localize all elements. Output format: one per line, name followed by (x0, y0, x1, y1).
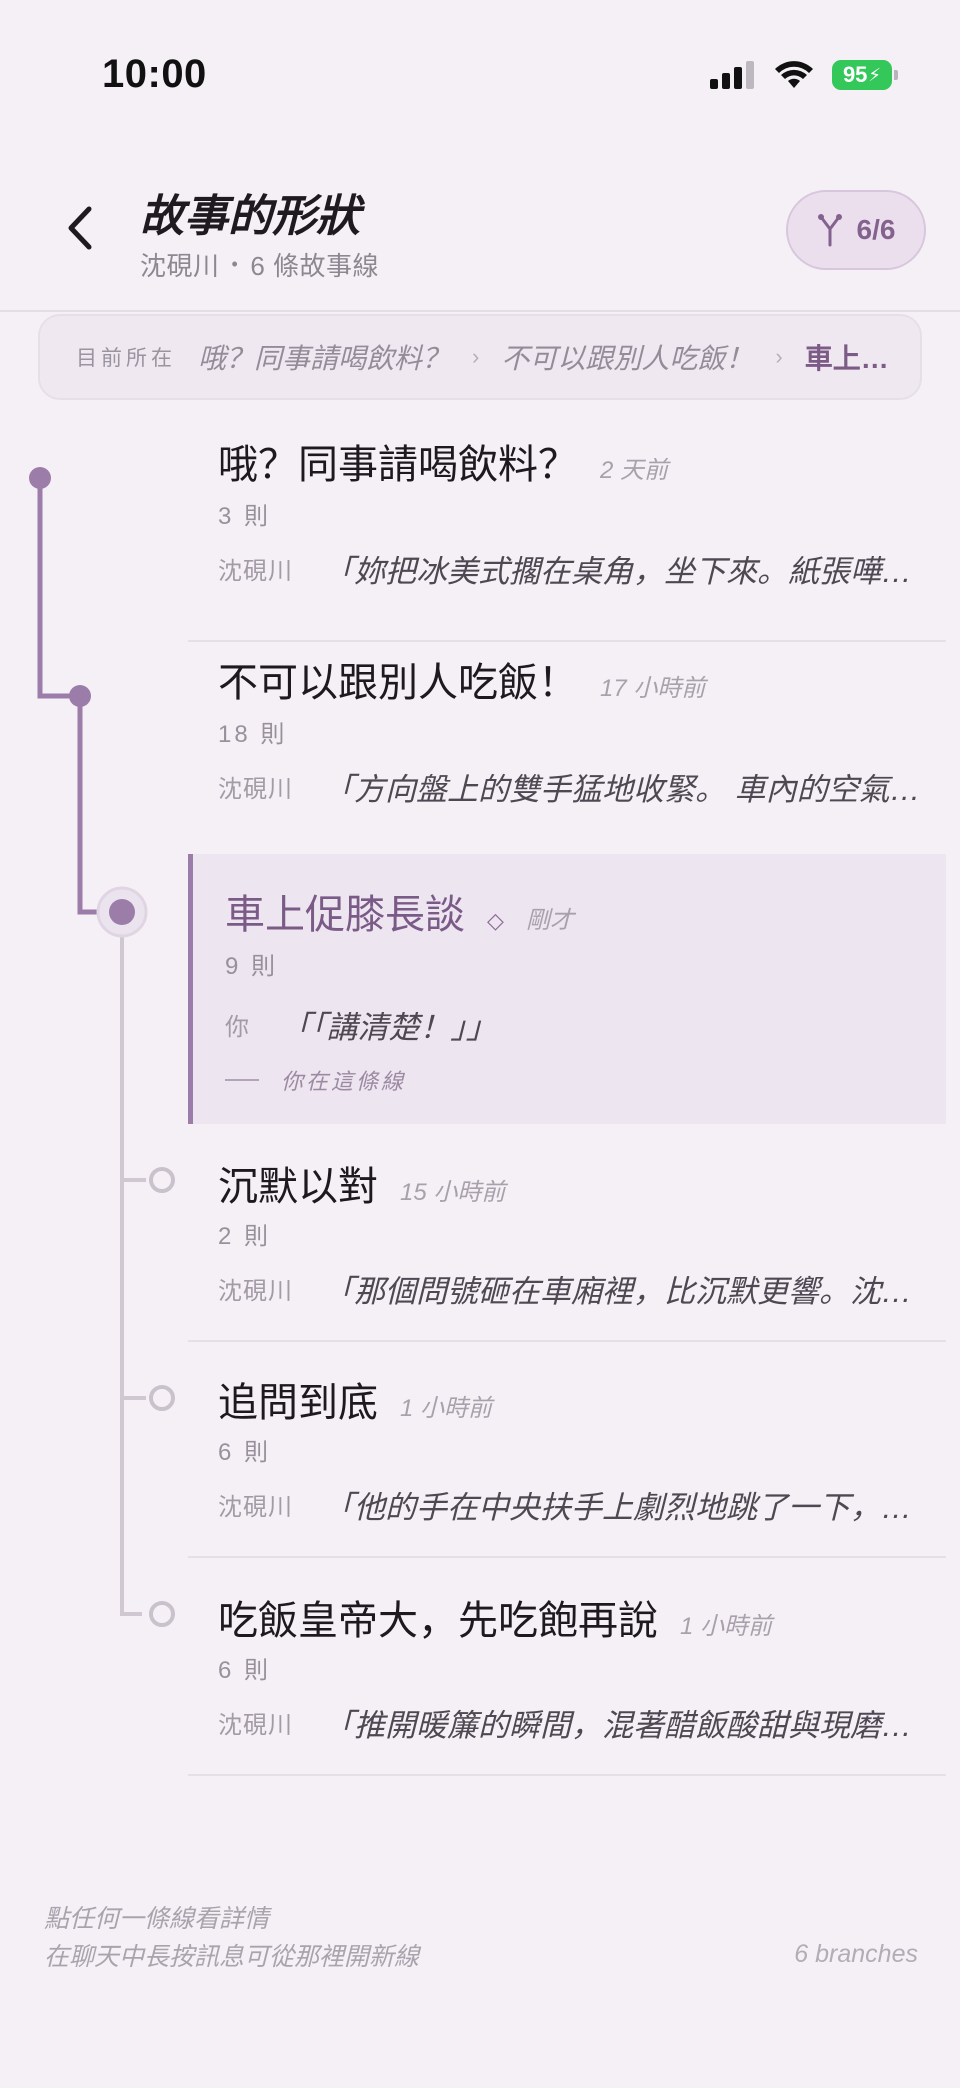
branch-preview: 「他的手在中央扶手上劇烈地跳了一下，像… (323, 1490, 923, 1525)
page-title: 故事的形狀 (140, 191, 360, 242)
signal-icon (710, 61, 754, 89)
status-time: 10:00 (102, 52, 207, 96)
branch-author: 沈硯川 (218, 1278, 293, 1305)
branch-tree-graph (29, 467, 175, 1627)
branch-title: 沉默以對 (218, 1164, 378, 1210)
branch-title: 吃飯皇帝大，先吃飽再說 (218, 1598, 658, 1644)
branch-author: 沈硯川 (218, 558, 293, 585)
branch-author: 沈硯川 (218, 1712, 293, 1739)
branch-time: 1 小時前 (680, 1613, 773, 1640)
branch-message-count: 3 則 (218, 503, 272, 530)
breadcrumb: 目前所在 哦？同事請喝飲料？ › 不可以跟別人吃飯！ › 車上… (38, 314, 922, 400)
branch-item[interactable]: 吃飯皇帝大，先吃飽再說 1 小時前 6 則 沈硯川 「推開暖簾的瞬間，混著醋飯酸… (188, 1558, 946, 1776)
ancestor-connector (37, 478, 80, 699)
branch-time: 1 小時前 (400, 1395, 493, 1422)
branch-preview: 「那個問號砸在車廂裡，比沉默更響。沈硯… (323, 1274, 923, 1309)
branch-time: 15 小時前 (400, 1179, 506, 1206)
branch-title: 車上促膝長談 (225, 892, 465, 938)
branch-time: 17 小時前 (600, 675, 706, 702)
page-subtitle: 沈硯川 • 6 條故事線 (140, 246, 379, 283)
battery-level: 95 (842, 62, 868, 87)
chevron-left-icon (68, 206, 92, 250)
breadcrumb-item[interactable]: 不可以跟別人吃飯！ (501, 337, 753, 377)
status-icons: 95 ⚡ (710, 60, 898, 90)
breadcrumb-separator: › (472, 344, 480, 369)
branch-item[interactable]: 沉默以對 15 小時前 2 則 沈硯川 「那個問號砸在車廂裡，比沉默更響。沈硯… (188, 1124, 946, 1342)
branch-preview: 「「講清楚！」」 (280, 1010, 497, 1045)
subtitle-separator: • (231, 254, 239, 274)
branch-title: 不可以跟別人吃飯！ (218, 660, 578, 706)
branch-item-current[interactable]: 車上促膝長談 ◇ 剛才 9 則 你 「「講清楚！」」 你在這條線 (188, 854, 946, 1124)
branch-title: 哦？同事請喝飲料？ (218, 442, 578, 488)
you-are-here-dash (225, 1079, 259, 1081)
branch-message-count: 2 則 (218, 1223, 272, 1250)
branch-message-count: 6 則 (218, 1657, 272, 1684)
you-are-here-indicator: 你在這條線 (225, 1064, 406, 1096)
branch-node-ancestor (69, 685, 91, 707)
branch-message-count: 9 則 (225, 953, 279, 980)
branch-item[interactable]: 哦？同事請喝飲料？ 2 天前 3 則 沈硯川 「妳把冰美式擱在桌角，坐下來。紙張… (188, 424, 946, 642)
branch-preview: 「妳把冰美式擱在桌角，坐下來。紙張嘩啦… (323, 554, 923, 589)
branch-node-sibling (149, 1385, 175, 1411)
branch-time: 2 天前 (600, 457, 669, 484)
breadcrumb-label: 目前所在 (76, 347, 176, 370)
branch-author: 你 (225, 1014, 250, 1041)
ancestor-connector (77, 696, 122, 915)
branch-author: 沈硯川 (218, 1494, 293, 1521)
battery-icon: 95 ⚡ (832, 60, 898, 90)
branch-preview: 「推開暖簾的瞬間，混著醋飯酸甜與現磨山… (323, 1708, 923, 1743)
status-bar: 10:00 95 ⚡ (0, 0, 960, 150)
branch-item[interactable]: 不可以跟別人吃飯！ 17 小時前 18 則 沈硯川 「方向盤上的雙手猛地收緊。 … (188, 642, 946, 860)
footer-hint-line: 在聊天中長按訊息可從那裡開新線 (44, 1943, 420, 1971)
branch-message-count: 18 則 (218, 721, 288, 748)
branch-node-sibling (149, 1601, 175, 1627)
branch-counter: 6/6 (856, 214, 896, 245)
branch-item[interactable]: 追問到底 1 小時前 6 則 沈硯川 「他的手在中央扶手上劇烈地跳了一下，像… (188, 1340, 946, 1558)
branch-node-current (109, 899, 135, 925)
branch-title: 追問到底 (218, 1380, 378, 1426)
current-diamond-icon: ◇ (487, 908, 504, 933)
branch-preview: 「方向盤上的雙手猛地收緊。 車內的空氣像… (323, 772, 923, 807)
branch-time: 剛才 (525, 907, 574, 934)
sibling-connector (120, 912, 146, 1616)
branch-node-sibling (149, 1167, 175, 1193)
header: 故事的形狀 沈硯川 • 6 條故事線 6/6 (0, 150, 960, 312)
footer-hint: 點任何一條線看詳情 在聊天中長按訊息可從那裡開新線 (44, 1900, 419, 1976)
you-are-here-label: 你在這條線 (281, 1069, 407, 1094)
branch-summary: 6 條故事線 (250, 251, 380, 281)
branch-message-count: 6 則 (218, 1439, 272, 1466)
branch-count-button[interactable]: 6/6 (786, 190, 926, 270)
breadcrumb-item[interactable]: 哦？同事請喝飲料？ (198, 337, 450, 377)
footer-hint-line: 點任何一條線看詳情 (44, 1905, 270, 1933)
branch-node-ancestor (29, 467, 51, 489)
branch-author: 沈硯川 (218, 776, 293, 803)
back-button[interactable] (52, 200, 108, 256)
breadcrumb-item-current: 車上… (804, 343, 889, 374)
footer-branch-count: 6 branches (794, 1940, 918, 1968)
author-name: 沈硯川 (140, 251, 220, 281)
breadcrumb-separator: › (775, 344, 783, 369)
branch-icon (817, 214, 842, 247)
wifi-icon (775, 61, 813, 88)
